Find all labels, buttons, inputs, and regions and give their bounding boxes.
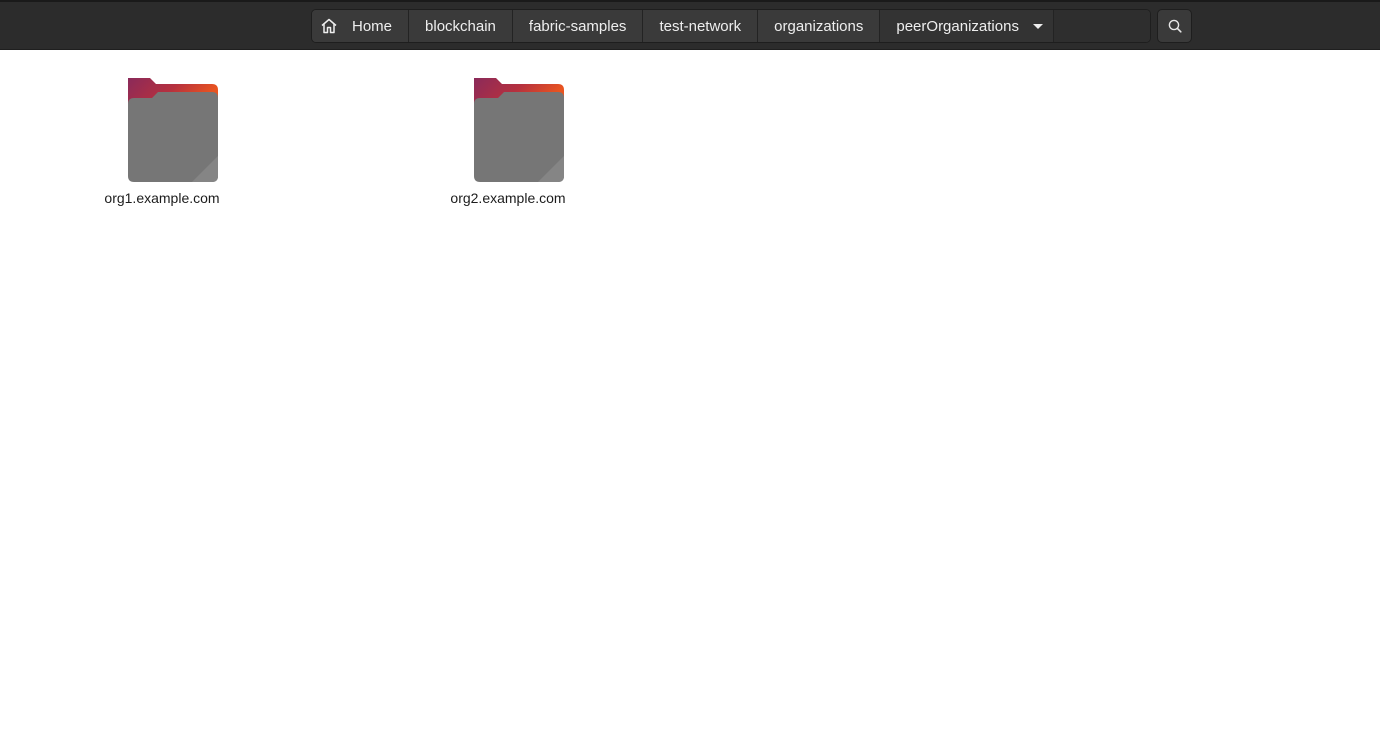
breadcrumb-home[interactable]: Home bbox=[312, 10, 410, 42]
breadcrumb-label: Home bbox=[352, 17, 393, 35]
breadcrumb-label: blockchain bbox=[425, 17, 496, 35]
folder-icon bbox=[474, 78, 564, 182]
pathbar-empty-area bbox=[1053, 10, 1150, 42]
breadcrumb-label: test-network bbox=[659, 17, 742, 35]
folder-item-org1[interactable]: org1.example.com bbox=[82, 72, 242, 206]
folder-item-org2[interactable]: org2.example.com bbox=[428, 72, 588, 206]
search-button[interactable] bbox=[1157, 9, 1192, 43]
breadcrumb-label: organizations bbox=[774, 17, 864, 35]
breadcrumb-test-network[interactable]: test-network bbox=[643, 10, 759, 42]
breadcrumb-peer-organizations[interactable]: peerOrganizations bbox=[880, 10, 1054, 42]
breadcrumb-organizations[interactable]: organizations bbox=[758, 10, 881, 42]
folder-name: org1.example.com bbox=[104, 190, 220, 206]
home-icon bbox=[320, 17, 338, 35]
breadcrumb-fabric-samples[interactable]: fabric-samples bbox=[512, 10, 644, 42]
chevron-down-icon[interactable] bbox=[1032, 23, 1043, 29]
header-bar: Home blockchain fabric-samples test-netw… bbox=[0, 0, 1380, 50]
breadcrumb: Home blockchain fabric-samples test-netw… bbox=[311, 9, 1151, 43]
breadcrumb-label: peerOrganizations bbox=[896, 17, 1019, 35]
breadcrumb-blockchain[interactable]: blockchain bbox=[409, 10, 513, 42]
folder-name: org2.example.com bbox=[450, 190, 566, 206]
folder-icon bbox=[128, 78, 218, 182]
breadcrumb-label: fabric-samples bbox=[528, 17, 627, 35]
search-icon bbox=[1167, 18, 1183, 34]
